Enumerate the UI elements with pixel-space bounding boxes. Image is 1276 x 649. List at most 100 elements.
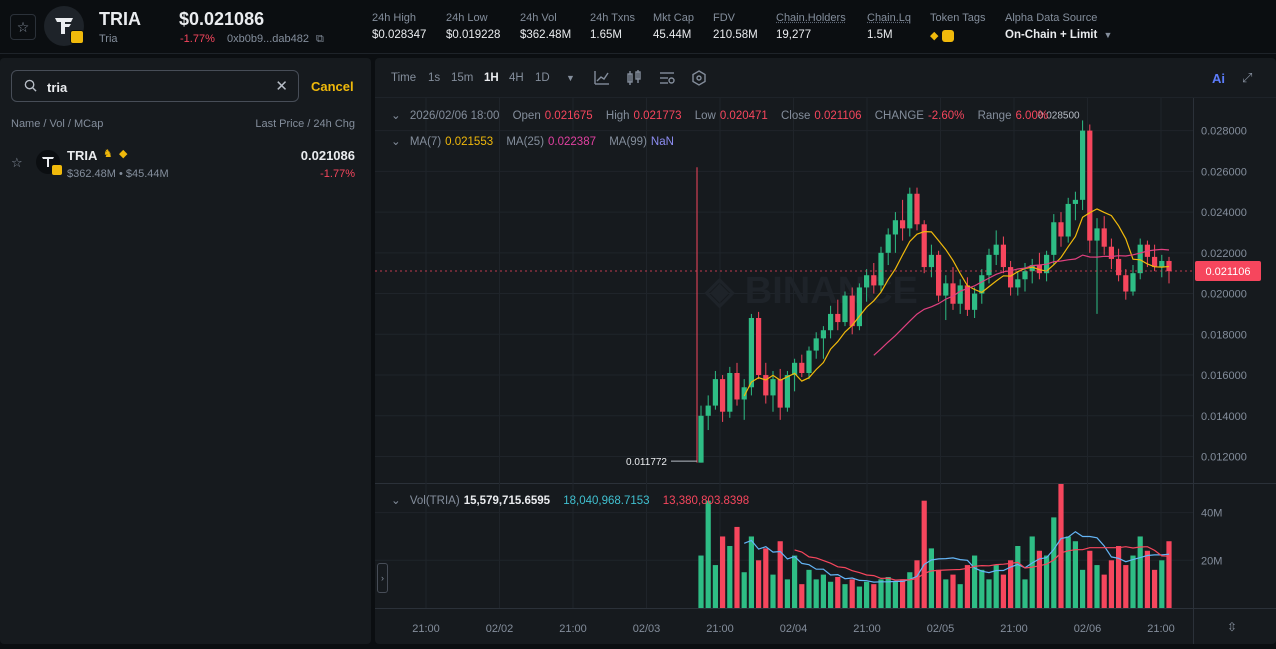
close-icon[interactable]: ✕ — [275, 77, 288, 95]
candle-body — [1137, 244, 1143, 274]
price-tick-label: 0.012000 — [1201, 452, 1247, 464]
volume-bar — [1072, 541, 1078, 608]
data-source-value: On-Chain + Limit — [1005, 29, 1098, 41]
tab-time[interactable]: Time — [391, 72, 416, 84]
binance-badge-icon[interactable] — [942, 29, 955, 42]
chevron-down-icon[interactable]: ⌄ — [391, 110, 401, 122]
volume-bar — [921, 500, 927, 608]
stat-chain-holders[interactable]: Chain.Holders 19,277 — [776, 12, 846, 41]
current-price-label: 0.021106 — [1205, 266, 1250, 278]
binance-badge-icon — [52, 165, 62, 175]
binance-badge-icon — [70, 30, 84, 44]
volume-bar — [943, 579, 949, 608]
legend-change-label: CHANGE — [874, 110, 924, 122]
legend-ma7: 0.021553 — [445, 136, 494, 148]
sidebar-toggle-button[interactable]: › — [377, 563, 388, 593]
legend-ma99: NaN — [650, 136, 674, 148]
chevron-down-icon[interactable]: ⌄ — [391, 136, 401, 148]
candlestick-chart[interactable]: 0.028000 0.026000 0.024000 0.022000 0.020000… — [375, 98, 1276, 644]
tab-1s[interactable]: 1s — [428, 72, 440, 84]
stat-label: Chain.Holders — [776, 12, 846, 24]
legend-low: 0.020471 — [719, 110, 768, 122]
indicator-icon[interactable] — [658, 69, 676, 87]
price-tick-label: 0.020000 — [1201, 289, 1247, 301]
legend-open-label: Open — [512, 110, 541, 122]
tab-1d[interactable]: 1D — [535, 72, 550, 84]
volume-bar — [892, 581, 898, 608]
candle-body — [871, 275, 877, 286]
line-chart-icon[interactable] — [593, 69, 611, 87]
settings-hexagon-icon[interactable] — [690, 69, 708, 87]
reset-scale-icon[interactable]: ⇳ — [1227, 620, 1237, 634]
expand-icon[interactable]: ⤢ — [1242, 70, 1252, 86]
volume-bar — [705, 500, 711, 608]
stat-value: 1.65M — [590, 29, 622, 41]
contract-address[interactable]: 0xb0b9...dab482 ⧉ — [227, 33, 324, 46]
legend-low-label: Low — [694, 110, 716, 122]
time-tick-label: 21:00 — [559, 623, 587, 635]
volume-bar — [835, 577, 841, 608]
volume-bar — [871, 584, 877, 608]
volume-bar — [957, 584, 963, 608]
chevron-down-icon[interactable]: ▼ — [566, 73, 575, 83]
candlestick-icon[interactable] — [625, 69, 643, 87]
candle-body — [712, 379, 718, 406]
stat-label: 24h Txns — [590, 12, 636, 24]
volume-bar — [1116, 546, 1122, 608]
favorite-star-button[interactable]: ☆ — [10, 14, 36, 40]
copy-icon[interactable]: ⧉ — [316, 33, 324, 45]
chevron-down-icon[interactable]: ⌄ — [391, 495, 401, 507]
stat-value: 1.5M — [867, 29, 893, 41]
candle-body — [856, 287, 862, 327]
candle-body — [885, 234, 891, 253]
volume-bar — [1065, 536, 1071, 608]
legend-high-label: High — [605, 110, 630, 122]
tab-15m[interactable]: 15m — [451, 72, 473, 84]
candle-body — [957, 285, 963, 304]
list-header-price[interactable]: Last Price / 24h Chg — [255, 118, 355, 130]
stat-label: 24h High — [372, 12, 417, 24]
data-source-select[interactable]: On-Chain + Limit ▼ — [1005, 29, 1112, 41]
candle-body — [1080, 130, 1086, 200]
volume-bar — [1029, 536, 1035, 608]
volume-bar — [1101, 574, 1107, 608]
tab-1h[interactable]: 1H — [484, 72, 499, 84]
legend-range-label: Range — [977, 110, 1012, 122]
candle-body — [828, 313, 834, 331]
volume-bar — [806, 569, 812, 608]
volume-bar — [712, 565, 718, 608]
stat-chain-lq[interactable]: Chain.Lq 1.5M — [867, 12, 911, 41]
alpha-data-source[interactable]: Alpha Data Source On-Chain + Limit ▼ — [1005, 12, 1112, 41]
volume-legend: ⌄ Vol(TRIA) 15,579,715.6595 18,040,968.71… — [391, 493, 759, 507]
candle-body — [892, 220, 898, 235]
volume-bar — [756, 560, 762, 608]
ma-legend: ⌄ MA(7) 0.021553 MA(25) 0.022387 MA(99) NaN — [391, 134, 684, 148]
token-name: TRIA — [67, 148, 98, 163]
search-input[interactable] — [47, 77, 267, 97]
volume-bar — [813, 579, 819, 608]
volume-bar — [950, 574, 956, 608]
search-box[interactable]: ✕ — [11, 70, 299, 102]
time-tick-label: 02/02 — [486, 623, 514, 635]
list-header-name[interactable]: Name / Vol / MCap — [11, 118, 103, 130]
tab-4h[interactable]: 4H — [509, 72, 524, 84]
volume-bar — [734, 526, 740, 608]
volume-bar — [914, 560, 920, 608]
cancel-button[interactable]: Cancel — [311, 79, 354, 94]
star-outline-icon[interactable]: ☆ — [11, 155, 23, 171]
candle-body — [705, 405, 711, 416]
ai-button[interactable]: Ai — [1212, 71, 1225, 86]
candle-body — [734, 373, 740, 400]
token-header: ☆ TRIA Tria $0.021086 -1.77% 0xb0b9...da… — [0, 0, 1276, 54]
diamond-icon[interactable]: ◆ — [930, 30, 938, 42]
time-tick-label: 02/05 — [927, 623, 955, 635]
stat-label: Alpha Data Source — [1005, 12, 1098, 24]
time-tick-label: 02/06 — [1074, 623, 1102, 635]
volume-bar — [828, 581, 834, 608]
candle-body — [972, 293, 978, 310]
candle-body — [842, 295, 848, 323]
list-item[interactable]: ☆ TRIA ♞ ◆ $362.48M • $45.44M 0.021086 -… — [0, 142, 371, 186]
candle-body — [820, 330, 826, 339]
volume-bar — [936, 569, 942, 608]
token-badges: ♞ ◆ — [103, 147, 127, 160]
